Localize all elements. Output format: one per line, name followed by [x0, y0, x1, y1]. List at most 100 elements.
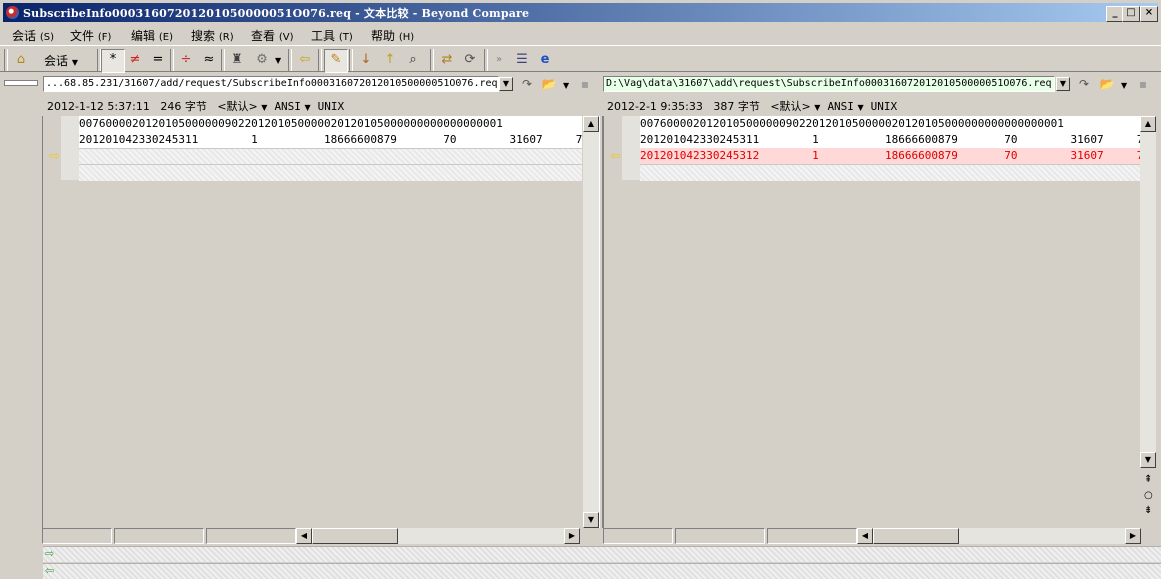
right-scroll-left-button[interactable]: ◀: [857, 528, 873, 544]
right-line-ending[interactable]: UNIX: [871, 100, 898, 113]
rules-icon[interactable]: ♜: [226, 49, 248, 71]
list-icon[interactable]: ☰: [511, 49, 533, 71]
left-line-4-empty: [79, 164, 582, 181]
left-horizontal-scrollbar[interactable]: ◀ ▶: [296, 528, 580, 544]
expand-icon[interactable]: »: [488, 49, 510, 71]
prev-section-icon[interactable]: ⇞: [1144, 474, 1152, 485]
line-detail-left-arrow-icon: ⇦: [45, 564, 55, 577]
next-diff-icon[interactable]: ↓: [355, 49, 377, 71]
menu-view[interactable]: 查看 (V): [251, 27, 294, 44]
right-line-1[interactable]: 0076000020120105000000902201201050000020…: [640, 116, 1140, 132]
right-file-date: 2012-2-1 9:35:33: [607, 100, 703, 113]
home-icon[interactable]: ⌂: [10, 49, 32, 71]
swap-icon[interactable]: ⇄: [436, 49, 458, 71]
left-vertical-scrollbar[interactable]: ▲ ▼: [583, 116, 599, 528]
maximize-button[interactable]: □: [1122, 6, 1140, 22]
left-hscroll-thumb[interactable]: [312, 528, 398, 544]
right-vertical-scrollbar[interactable]: ▲ ▼: [1140, 116, 1156, 468]
left-file-date: 2012-1-12 5:37:11: [47, 100, 150, 113]
menu-bar: 会话 (S) 文件 (F) 编辑 (E) 搜索 (R) 查看 (V) 工具 (T…: [0, 24, 1161, 44]
right-path-input[interactable]: D:\Vag\data\31607\add\request\SubscribeI…: [603, 76, 1055, 92]
left-line-2[interactable]: 201201042330245311 1 18666600879 70 3160…: [79, 132, 582, 148]
right-encoding-default[interactable]: <默认>: [770, 100, 810, 113]
find-icon[interactable]: ⌕: [402, 49, 424, 71]
menu-tools[interactable]: 工具 (T): [311, 27, 353, 44]
window-title: SubscribeInfo00031607201201050000051O076…: [23, 7, 530, 20]
left-encoding-default[interactable]: <默认>: [217, 100, 257, 113]
menu-search[interactable]: 搜索 (R): [191, 27, 234, 44]
left-text-area[interactable]: 0076000020120105000000902201201050000020…: [79, 116, 582, 181]
left-file-info: 2012-1-12 5:37:11 246 字节 <默认> ▼ ANSI ▼ U…: [47, 100, 345, 113]
format-dropdown-icon[interactable]: ▼: [275, 56, 281, 65]
right-scroll-down-button[interactable]: ▼: [1140, 452, 1156, 468]
right-path-dropdown-button[interactable]: ▼: [1056, 77, 1070, 91]
menu-edit[interactable]: 编辑 (E): [131, 27, 173, 44]
left-scroll-left-button[interactable]: ◀: [296, 528, 312, 544]
edit-icon[interactable]: ✎: [324, 49, 348, 73]
show-diffs-icon[interactable]: ≠: [124, 49, 146, 71]
copy-left-icon[interactable]: ⇦: [294, 49, 316, 71]
menu-file[interactable]: 文件 (F): [70, 27, 111, 44]
right-status-cell: [767, 528, 857, 544]
menu-session[interactable]: 会话 (S): [12, 27, 54, 44]
toolbar: ⌂ 会话 ▼ * ≠ = ÷ ≈ ♜ ⚙ ▼ ⇦ ✎ ↓ ↑ ⌕ ⇄ ⟳ » ☰…: [0, 45, 1161, 73]
right-text-area[interactable]: 0076000020120105000000902201201050000020…: [640, 116, 1140, 181]
menu-help[interactable]: 帮助 (H): [371, 27, 414, 44]
right-line-4-empty: [640, 164, 1140, 181]
left-scroll-up-button[interactable]: ▲: [583, 116, 599, 132]
left-gutter: [61, 116, 79, 180]
toolbar-separator: [318, 49, 322, 71]
left-scroll-right-button[interactable]: ▶: [564, 528, 580, 544]
left-encoding[interactable]: ANSI: [274, 100, 301, 113]
right-scroll-up-button[interactable]: ▲: [1140, 116, 1156, 132]
left-open-folder-icon[interactable]: 📂: [540, 76, 558, 92]
line-detail-right[interactable]: ⇦: [43, 563, 1161, 579]
next-section-icon[interactable]: ⇟: [1144, 505, 1152, 516]
right-open-dropdown-icon[interactable]: ▼: [1121, 81, 1127, 90]
right-line-3-diff[interactable]: 201201042330245312 1 18666600879 70 3160…: [640, 148, 1140, 164]
left-path-input[interactable]: ...68.85.231/31607/add/request/Subscribe…: [43, 76, 499, 92]
show-all-icon[interactable]: *: [101, 49, 125, 73]
right-line-2[interactable]: 201201042330245311 1 18666600879 70 3160…: [640, 132, 1140, 148]
left-path-dropdown-button[interactable]: ▼: [499, 77, 513, 91]
right-encoding[interactable]: ANSI: [827, 100, 854, 113]
right-status-bar: ◀ ▶: [603, 528, 1158, 544]
left-save-icon[interactable]: ▪: [576, 76, 594, 92]
left-text-pane[interactable]: ⇨ 00760000201201050000009022012010500000…: [42, 116, 599, 528]
toolbar-separator: [170, 49, 174, 71]
web-icon[interactable]: e: [534, 49, 556, 71]
show-same-icon[interactable]: =: [147, 49, 169, 71]
right-status-cell: [603, 528, 673, 544]
right-swap-icon[interactable]: ↷: [1075, 76, 1093, 92]
right-open-folder-icon[interactable]: 📂: [1098, 76, 1116, 92]
left-open-dropdown-icon[interactable]: ▼: [563, 81, 569, 90]
right-scroll-right-button[interactable]: ▶: [1125, 528, 1141, 544]
left-line-1[interactable]: 0076000020120105000000902201201050000020…: [79, 116, 582, 132]
title-bar: SubscribeInfo00031607201201050000051O076…: [3, 3, 1158, 22]
line-detail-left[interactable]: ⇨: [43, 546, 1161, 562]
right-hscroll-thumb[interactable]: [873, 528, 959, 544]
left-file-size: 246 字节: [160, 100, 207, 113]
right-text-pane[interactable]: ⇦ 00760000201201050000009022012010500000…: [603, 116, 1158, 528]
close-button[interactable]: ×: [1140, 6, 1158, 22]
right-diff-arrow-icon[interactable]: ⇦: [610, 149, 621, 164]
session-dropdown[interactable]: 会话 ▼: [44, 52, 78, 69]
minor-icon[interactable]: ≈: [198, 49, 220, 71]
left-diff-arrow-icon[interactable]: ⇨: [49, 149, 60, 164]
prev-diff-icon[interactable]: ↑: [379, 49, 401, 71]
right-horizontal-scrollbar[interactable]: ◀ ▶: [857, 528, 1141, 544]
left-line-ending[interactable]: UNIX: [318, 100, 345, 113]
left-swap-icon[interactable]: ↷: [518, 76, 536, 92]
format-icon[interactable]: ⚙: [251, 49, 273, 71]
line-detail-right-arrow-icon: ⇨: [45, 547, 55, 560]
right-save-icon[interactable]: ▪: [1134, 76, 1152, 92]
context-icon[interactable]: ÷: [175, 49, 197, 71]
toolbar-separator: [221, 49, 225, 71]
right-file-size: 387 字节: [713, 100, 760, 113]
reload-icon[interactable]: ⟳: [459, 49, 481, 71]
left-scroll-down-button[interactable]: ▼: [583, 512, 599, 528]
path-history-icon[interactable]: [4, 80, 38, 86]
current-position-icon[interactable]: ○: [1144, 490, 1153, 501]
left-status-cell: [114, 528, 204, 544]
beyond-compare-app-icon: [6, 6, 19, 19]
